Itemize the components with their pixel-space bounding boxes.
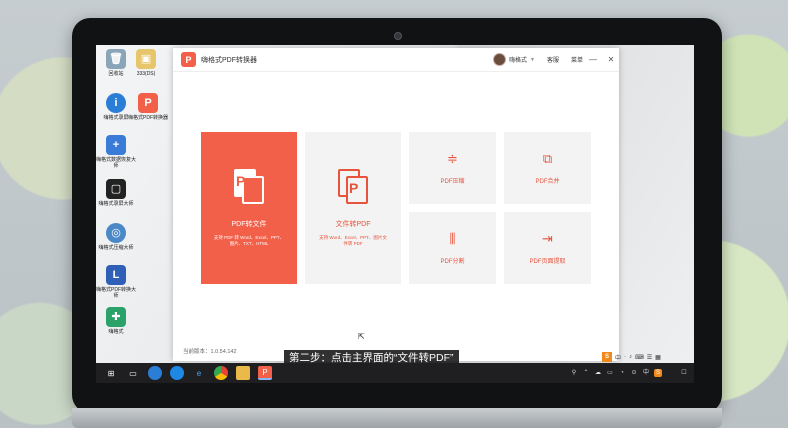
app-title: 嗨格式PDF转换器	[201, 56, 257, 64]
battery-icon[interactable]: ▭	[606, 369, 614, 377]
recycle-bin-icon: 🗑	[106, 49, 126, 69]
close-button[interactable]: ✕	[603, 55, 619, 64]
desktop-icon-higeshi[interactable]: ✚ 嗨格式	[96, 307, 136, 335]
notification-icon[interactable]: ☐	[680, 369, 688, 377]
sogou-ime-icon[interactable]: S	[602, 352, 612, 362]
taskbar: ⊞ ▭ e P ⚲ ⌃ ☁ ▭ ◔ ⊙ 中 S ☐	[96, 363, 694, 383]
ime-toolbar: S 中 · ♪ ⌨ ☰ ▦	[602, 351, 694, 363]
input-language-indicator[interactable]: 中	[642, 369, 650, 377]
app-logo-icon: P	[181, 52, 196, 67]
desktop-icon-pdf[interactable]: P 嗨格式PDF转换器	[128, 93, 168, 121]
chevron-down-icon[interactable]: ▼	[530, 57, 535, 63]
support-link[interactable]: 客服	[547, 55, 559, 64]
user-folder-icon: ▣	[136, 49, 156, 69]
monitor-chin	[72, 408, 722, 428]
file-explorer-icon[interactable]	[236, 366, 250, 380]
ime-lang[interactable]: 中	[615, 353, 621, 362]
menu-link[interactable]: 菜单	[571, 55, 583, 64]
cloud-icon[interactable]: ☁	[594, 369, 602, 377]
system-tray: ⚲ ⌃ ☁ ▭ ◔ ⊙ 中 S ☐	[570, 369, 694, 377]
tile-description: 支持 Word、Excel、PPT、图片文件转 PDF	[319, 235, 387, 246]
desktop-icon-data-recovery[interactable]: + 嗨格式数据恢复大师	[96, 135, 136, 169]
tile-label: PDF页面提取	[529, 258, 566, 265]
pdf-converter-taskbar-icon[interactable]: P	[258, 366, 272, 380]
pdf-converter-window: P 嗨格式PDF转换器 嗨格式 ▼ 客服 菜单 — ✕ P PDF转文件 支持 …	[173, 48, 619, 361]
ime-punct[interactable]: ·	[624, 354, 626, 360]
minimize-button[interactable]: —	[585, 55, 601, 64]
desktop-icon-compress[interactable]: ◎ 嗨格式压缩大师	[96, 223, 136, 251]
merge-icon: ⧉	[542, 150, 553, 166]
edge-icon[interactable]: e	[192, 366, 206, 380]
recorder-icon: i	[106, 93, 126, 113]
data-recovery-icon: +	[106, 135, 126, 155]
tile-label: PDF合并	[535, 178, 560, 185]
ime-voice-icon[interactable]: ♪	[629, 354, 632, 360]
tile-label: PDF转文件	[231, 221, 267, 228]
extract-icon: ⇥	[542, 230, 553, 246]
chrome-icon[interactable]	[214, 366, 228, 380]
volume-icon[interactable]: ⊙	[630, 369, 638, 377]
user-name[interactable]: 嗨格式	[509, 55, 527, 64]
desktop-icon-user[interactable]: ▣ 333(DS)	[126, 49, 166, 77]
tile-label: 文件转PDF	[335, 221, 371, 228]
tile-description: 支持 PDF 转 Word、Excel、PPT、图片、TXT、HTML	[213, 235, 285, 246]
desktop-icon-pdf-master[interactable]: L 嗨格式PDF转换大师	[96, 265, 136, 299]
tile-pdf-to-file[interactable]: P PDF转文件 支持 PDF 转 Word、Excel、PPT、图片、TXT、…	[201, 132, 297, 284]
pdf-converter-icon: P	[138, 93, 158, 113]
sogou-tray-icon[interactable]: S	[654, 369, 662, 377]
webcam	[394, 32, 402, 40]
avatar[interactable]	[493, 53, 506, 66]
tile-pdf-split[interactable]: ⫼ PDF分割	[409, 212, 496, 284]
tile-pdf-merge[interactable]: ⧉ PDF合并	[504, 132, 591, 204]
pdf-master-icon: L	[106, 265, 126, 285]
browser-taskbar-icon[interactable]	[170, 366, 184, 380]
file-to-pdf-icon: P	[338, 169, 368, 205]
compress-icon: ≑	[447, 150, 458, 166]
compress-app-icon: ◎	[106, 223, 126, 243]
network-icon[interactable]: ◔	[618, 369, 626, 377]
task-view-icon[interactable]: ▭	[126, 366, 140, 380]
titlebar: P 嗨格式PDF转换器 嗨格式 ▼ 客服 菜单 — ✕	[173, 48, 619, 72]
tile-label: PDF压缩	[440, 178, 465, 185]
ime-keyboard-icon[interactable]: ⌨	[635, 354, 644, 361]
recorder-taskbar-icon[interactable]	[148, 366, 162, 380]
tile-pdf-extract[interactable]: ⇥ PDF页面提取	[504, 212, 591, 284]
mouse-cursor-icon: ⇱	[358, 332, 365, 341]
version-label: 当前版本：1.0.54.142	[183, 349, 237, 355]
titlebar-actions: 嗨格式 ▼ 客服 菜单 — ✕	[493, 53, 619, 66]
pdf-to-file-icon: P	[234, 169, 264, 205]
tray-chevron-up-icon[interactable]: ⌃	[582, 369, 590, 377]
higeshi-icon: ✚	[106, 307, 126, 327]
tile-file-to-pdf[interactable]: P 文件转PDF 支持 Word、Excel、PPT、图片文件转 PDF	[305, 132, 401, 284]
desktop-icon-screen-recorder[interactable]: ▢ 嗨格式录屏大师	[96, 179, 136, 207]
screen: 🗑 回收站 ▣ 333(DS) i 嗨格式录屏 P 嗨格式PDF转换器 + 嗨格…	[96, 45, 694, 383]
tile-pdf-compress[interactable]: ≑ PDF压缩	[409, 132, 496, 204]
ime-menu-icon[interactable]: ☰	[647, 354, 652, 361]
tile-label: PDF分割	[440, 258, 465, 265]
start-icon[interactable]: ⊞	[104, 366, 118, 380]
person-icon[interactable]: ⚲	[570, 369, 578, 377]
split-icon: ⫼	[449, 230, 456, 246]
ime-grid-icon[interactable]: ▦	[655, 354, 661, 361]
screen-recorder-icon: ▢	[106, 179, 126, 199]
